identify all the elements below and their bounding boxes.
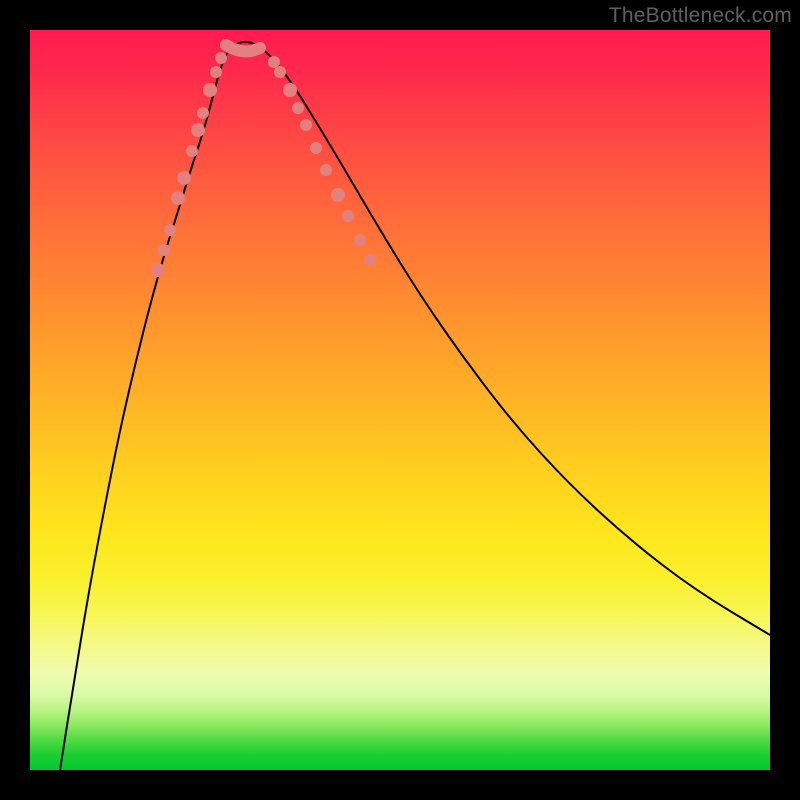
data-marker — [331, 188, 345, 202]
data-marker — [215, 52, 227, 64]
data-marker — [300, 119, 312, 131]
data-marker — [203, 83, 217, 97]
data-marker — [283, 83, 297, 97]
chart-frame: TheBottleneck.com — [0, 0, 800, 800]
data-marker — [310, 142, 322, 154]
data-marker — [197, 107, 209, 119]
bottleneck-curve — [60, 42, 770, 770]
chart-svg — [30, 30, 770, 770]
data-marker — [158, 244, 170, 256]
bottom-arc — [226, 45, 260, 51]
data-marker — [177, 171, 191, 185]
data-marker — [320, 164, 332, 176]
data-marker — [186, 145, 198, 157]
data-marker — [191, 123, 205, 137]
data-marker — [210, 66, 222, 78]
data-marker — [274, 66, 286, 78]
data-marker — [164, 224, 176, 236]
data-marker — [268, 56, 280, 68]
data-marker — [171, 191, 185, 205]
plot-area — [30, 30, 770, 770]
curve-group — [60, 42, 770, 770]
data-marker — [151, 263, 165, 277]
data-marker — [364, 254, 376, 266]
data-marker — [292, 102, 304, 114]
watermark-text: TheBottleneck.com — [609, 4, 792, 28]
data-marker — [354, 234, 366, 246]
data-marker — [342, 210, 354, 222]
